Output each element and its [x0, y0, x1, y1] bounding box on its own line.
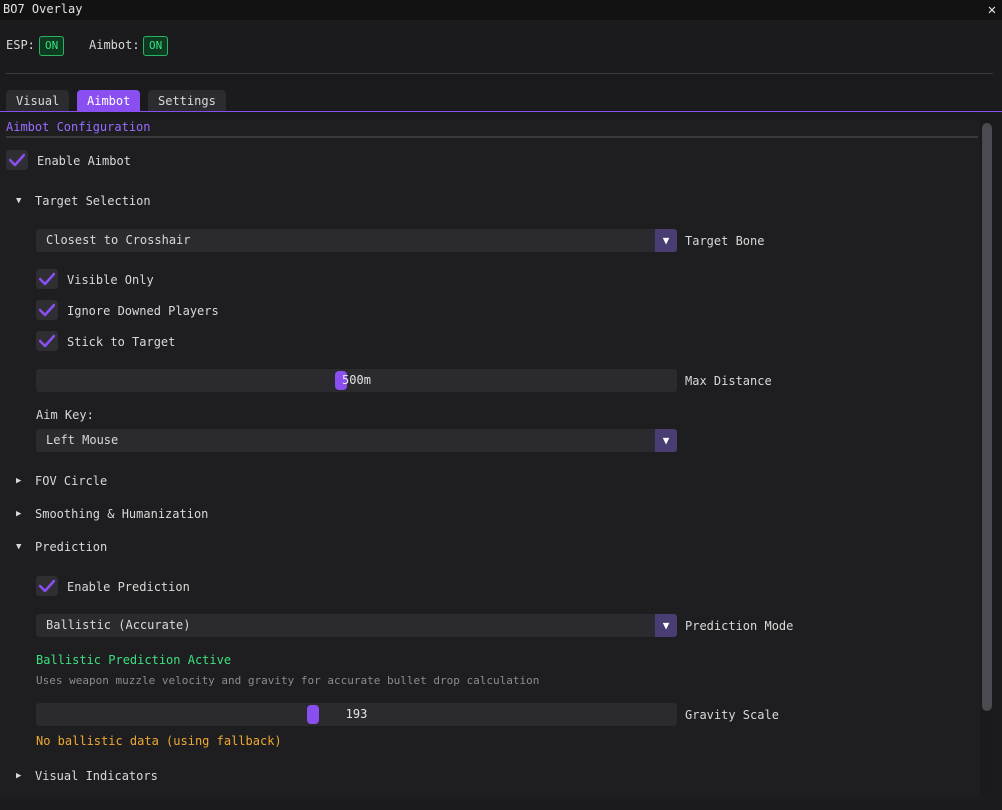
check-icon	[39, 334, 55, 348]
gravity-scale-slider[interactable]: 193	[36, 703, 677, 726]
expand-arrow-icon[interactable]: ▼	[16, 194, 26, 208]
stick-to-target-label: Stick to Target	[67, 335, 176, 349]
max-distance-value: 500m	[342, 373, 371, 387]
window-title: BO7 Overlay	[3, 2, 83, 16]
section-separator	[6, 136, 978, 138]
ignore-downed-checkbox[interactable]	[36, 300, 58, 320]
enable-aimbot-checkbox[interactable]	[6, 150, 28, 170]
collapse-arrow-icon[interactable]: ▶	[16, 769, 26, 783]
prediction-status-text: Ballistic Prediction Active	[36, 653, 232, 667]
check-icon	[39, 272, 55, 286]
target-selection-header[interactable]: Target Selection	[35, 194, 151, 208]
check-icon	[39, 303, 55, 317]
check-icon	[39, 579, 55, 593]
tab-underline	[0, 111, 1002, 112]
prediction-mode-combo[interactable]: Ballistic (Accurate) ▼	[36, 614, 677, 637]
visible-only-checkbox[interactable]	[36, 269, 58, 289]
prediction-header[interactable]: Prediction	[35, 540, 107, 554]
max-distance-label: Max Distance	[685, 374, 772, 388]
collapse-arrow-icon[interactable]: ▶	[16, 474, 26, 488]
prediction-description: Uses weapon muzzle velocity and gravity …	[36, 674, 540, 687]
title-bar	[0, 0, 1002, 20]
aimbot-label: Aimbot:	[89, 38, 140, 52]
tab-settings[interactable]: Settings	[148, 90, 226, 112]
max-distance-slider[interactable]: 500m	[36, 369, 677, 392]
collapse-arrow-icon[interactable]: ▶	[16, 507, 26, 521]
ignore-downed-label: Ignore Downed Players	[67, 304, 219, 318]
target-bone-value: Closest to Crosshair	[46, 233, 191, 247]
visual-indicators-header[interactable]: Visual Indicators	[35, 769, 158, 783]
prediction-mode-value: Ballistic (Accurate)	[46, 618, 191, 632]
ballistic-warning-text: No ballistic data (using fallback)	[36, 734, 282, 748]
enable-aimbot-label: Enable Aimbot	[37, 154, 131, 168]
target-bone-combo[interactable]: Closest to Crosshair ▼	[36, 229, 677, 252]
gravity-scale-value: 193	[345, 707, 368, 721]
check-icon	[9, 153, 25, 167]
section-title: Aimbot Configuration	[6, 120, 151, 134]
tab-aimbot[interactable]: Aimbot	[77, 90, 141, 112]
top-separator	[6, 73, 993, 74]
aimbot-toggle-button[interactable]: ON	[143, 36, 169, 56]
aim-key-combo[interactable]: Left Mouse ▼	[36, 429, 677, 452]
smoothing-header[interactable]: Smoothing & Humanization	[35, 507, 208, 521]
fov-circle-header[interactable]: FOV Circle	[35, 474, 107, 488]
expand-arrow-icon[interactable]: ▼	[16, 540, 26, 554]
chevron-down-icon[interactable]: ▼	[655, 614, 677, 637]
enable-prediction-checkbox[interactable]	[36, 576, 58, 596]
chevron-down-icon[interactable]: ▼	[655, 229, 677, 252]
scrollbar-thumb[interactable]	[982, 123, 992, 711]
gravity-scale-label: Gravity Scale	[685, 708, 779, 722]
prediction-mode-label: Prediction Mode	[685, 619, 794, 633]
content-panel	[0, 119, 994, 797]
stick-to-target-checkbox[interactable]	[36, 331, 58, 351]
chevron-down-icon[interactable]: ▼	[655, 429, 677, 452]
esp-toggle-button[interactable]: ON	[39, 36, 65, 56]
aim-key-label: Aim Key:	[36, 408, 94, 422]
tab-visual[interactable]: Visual	[6, 90, 70, 112]
esp-label: ESP:	[6, 38, 35, 52]
visible-only-label: Visible Only	[67, 273, 154, 287]
aim-key-value: Left Mouse	[46, 433, 119, 447]
close-icon[interactable]: ✕	[984, 1, 1000, 19]
target-bone-label: Target Bone	[685, 234, 765, 248]
enable-prediction-label: Enable Prediction	[67, 580, 190, 594]
